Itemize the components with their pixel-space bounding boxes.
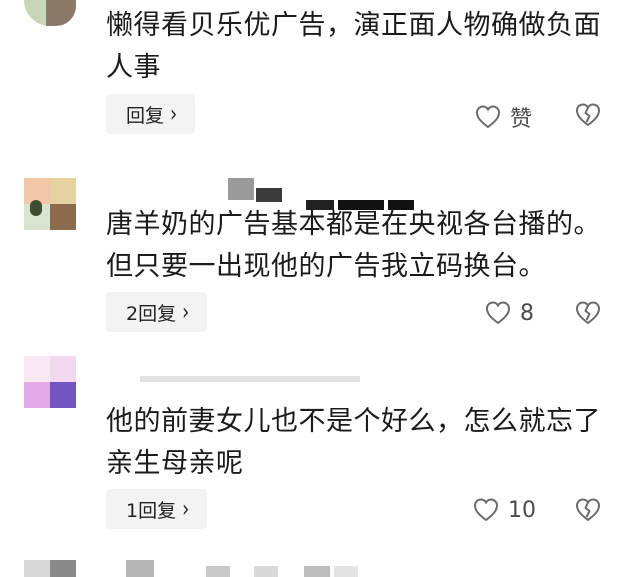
reply-button[interactable]: 1回复 › [106,489,208,529]
reply-label: 1回复 [126,499,177,522]
broken-heart-icon [575,498,601,522]
comment-text: 他的前妻女儿也不是个好么，怎么就忘了亲生母亲呢 [106,406,601,479]
chevron-right-icon: › [182,298,190,326]
username-redacted [140,370,360,382]
next-comment-partial [0,560,640,577]
comment-text: 唐羊奶的广告基本都是在央视各台播的。但只要一出现他的广告我立码换台。 [106,209,601,282]
avatar[interactable] [24,178,76,230]
like-count: 8 [520,300,534,326]
like-button[interactable]: 8 [484,299,534,327]
comment-text: 懒得看贝乐优广告，演正面人物确做负面人事 [106,10,601,83]
like-count: 10 [508,497,536,523]
dislike-button[interactable] [574,496,602,528]
like-button[interactable]: 10 [472,496,536,524]
reply-button[interactable]: 回复 › [106,94,196,134]
reply-label: 回复 [126,104,165,127]
dislike-button[interactable] [574,101,602,133]
heart-outline-icon [473,498,499,522]
dislike-button[interactable] [574,299,602,331]
chevron-right-icon: › [170,100,178,128]
heart-outline-icon [475,105,501,129]
avatar[interactable] [24,356,76,408]
broken-heart-icon [575,301,601,325]
broken-heart-icon [575,103,601,127]
like-button[interactable]: 赞 [474,101,532,133]
like-count: 赞 [510,107,533,132]
avatar[interactable] [24,0,76,26]
heart-outline-icon [485,301,511,325]
chevron-right-icon: › [182,495,190,523]
reply-label: 2回复 [126,302,177,325]
reply-button[interactable]: 2回复 › [106,292,208,332]
